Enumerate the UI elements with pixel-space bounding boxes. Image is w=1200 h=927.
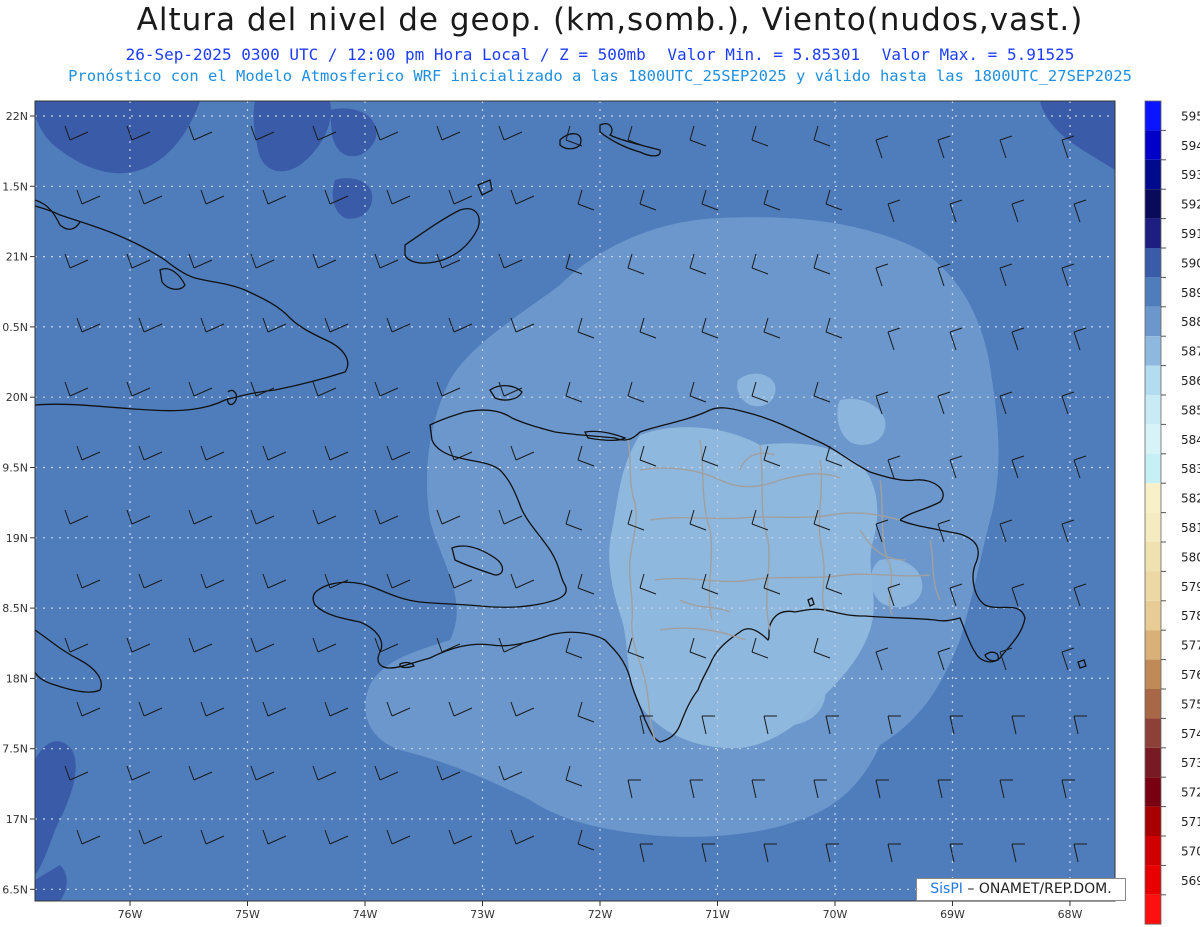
colorbar-level-label: 5830 — [1181, 462, 1200, 476]
lat-label: 9.5N — [2, 462, 28, 475]
colorbar-swatch — [1145, 600, 1161, 631]
colorbar-swatch — [1145, 630, 1161, 660]
colorbar-swatch — [1145, 483, 1161, 513]
sispi-logo-text: SisPI — [930, 881, 963, 897]
colorbar-swatch — [1145, 659, 1161, 689]
lat-label: 8.5N — [2, 602, 28, 615]
colorbar-swatch — [1145, 689, 1161, 719]
lat-label: 6.5N — [2, 883, 28, 896]
colorbar-swatch — [1145, 865, 1161, 895]
colorbar-level-label: 5910 — [1181, 227, 1200, 241]
lon-label: 69W — [940, 908, 965, 921]
colorbar-swatch — [1145, 248, 1161, 278]
colorbar-swatch — [1145, 277, 1161, 307]
colorbar-swatch — [1145, 306, 1161, 337]
credit-org: ONAMET/REP.DOM. — [978, 881, 1112, 897]
colorbar-swatch — [1145, 718, 1161, 748]
colorbar-level-label: 5860 — [1181, 374, 1200, 388]
colorbar-level-label: 5840 — [1181, 433, 1200, 447]
colorbar-level-label: 5790 — [1181, 580, 1200, 594]
colorbar-swatch — [1145, 101, 1161, 131]
colorbar-swatch — [1145, 218, 1161, 248]
lon-label: 74W — [353, 908, 378, 921]
colorbar-level-label: 5920 — [1181, 198, 1200, 212]
lat-label: 22N — [6, 110, 28, 123]
colorbar-swatch — [1145, 894, 1161, 925]
colorbar-level-label: 5890 — [1181, 286, 1200, 300]
lat-label: 1.5N — [2, 180, 28, 193]
lat-label: 21N — [6, 251, 28, 264]
colorbar-level-label: 5770 — [1181, 639, 1200, 653]
colorbar-swatch — [1145, 365, 1161, 395]
lat-label: 19N — [6, 532, 28, 545]
colorbar-swatch — [1145, 747, 1161, 778]
colorbar-level-label: 5760 — [1181, 668, 1200, 682]
colorbar-swatch — [1145, 130, 1161, 160]
colorbar-swatch — [1145, 336, 1161, 366]
colorbar-level-label: 5720 — [1181, 786, 1200, 800]
colorbar: 5950 5940 5930 5920 5910 5900 5890 5880 5870 5860… — [1144, 100, 1200, 925]
lon-label: 76W — [118, 908, 143, 921]
colorbar-level-label: 5740 — [1181, 727, 1200, 741]
colorbar-swatch — [1145, 453, 1161, 484]
colorbar-swatch — [1145, 542, 1161, 572]
colorbar-level-label: 5940 — [1181, 139, 1200, 153]
lon-label: 70W — [823, 908, 848, 921]
lat-label: 18N — [6, 672, 28, 685]
colorbar-level-label: 5780 — [1181, 609, 1200, 623]
colorbar-level-label: 5820 — [1181, 492, 1200, 506]
credit-separator: – — [962, 881, 979, 897]
colorbar-level-label: 5900 — [1181, 256, 1200, 270]
colorbar-level-label: 5880 — [1181, 315, 1200, 329]
colorbar-swatch — [1145, 806, 1161, 836]
colorbar-level-label: 5700 — [1181, 844, 1200, 858]
colorbar-level-label: 5950 — [1181, 109, 1200, 123]
lon-label: 68W — [1058, 908, 1083, 921]
colorbar-level-label: 5750 — [1181, 697, 1200, 711]
latitude-labels: 22N 1.5N 21N 0.5N 20N 9.5N 19N 8.5N 18N 7.5N 17N 6.… — [2, 110, 35, 896]
colorbar-level-label: 5810 — [1181, 521, 1200, 535]
colorbar-level-label: 5800 — [1181, 550, 1200, 564]
lat-label: 17N — [6, 813, 28, 826]
lon-label: 75W — [235, 908, 260, 921]
colorbar-swatch — [1145, 424, 1161, 454]
map-figure: 22N 1.5N 21N 0.5N 20N 9.5N 19N 8.5N 18N 7.5N 17N 6.… — [2, 100, 1200, 925]
colorbar-swatch — [1145, 512, 1161, 542]
colorbar-swatch — [1145, 777, 1161, 807]
longitude-labels: 76W 75W 74W 73W 72W 71W 70W 69W 68W — [118, 901, 1083, 921]
lat-label: 7.5N — [2, 743, 28, 756]
lat-label: 20N — [6, 391, 28, 404]
lon-label: 72W — [588, 908, 613, 921]
colorbar-level-label: 5710 — [1181, 815, 1200, 829]
colorbar-level-label: 5690 — [1181, 874, 1200, 888]
colorbar-swatch — [1145, 571, 1161, 601]
colorbar-swatch — [1145, 189, 1161, 219]
colorbar-swatch — [1145, 836, 1161, 866]
lon-label: 71W — [705, 908, 730, 921]
credit-box: SisPI – ONAMET/REP.DOM. — [916, 878, 1126, 901]
lat-label: 0.5N — [2, 321, 28, 334]
colorbar-level-label: 5930 — [1181, 168, 1200, 182]
colorbar-swatch — [1145, 395, 1161, 425]
colorbar-level-label: 5730 — [1181, 756, 1200, 770]
colorbar-swatch — [1145, 159, 1161, 190]
lon-label: 73W — [470, 908, 495, 921]
colorbar-level-label: 5870 — [1181, 345, 1200, 359]
colorbar-level-label: 5850 — [1181, 403, 1200, 417]
